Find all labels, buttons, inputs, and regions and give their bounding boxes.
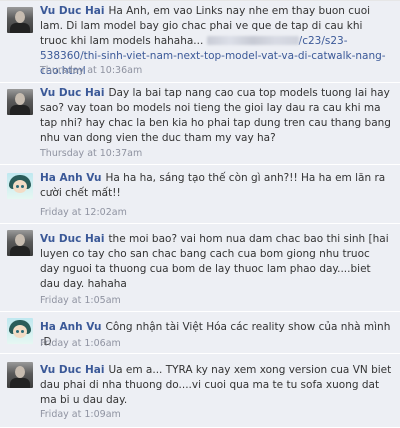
avatar-eye <box>21 330 24 333</box>
comment-timestamp[interactable]: Friday at 12:02am <box>40 207 127 219</box>
comment-item: Vu Duc Hai Ha Anh, em vao Links nay nhe e… <box>0 1 400 83</box>
comment-body: Ha Anh Vu Ha ha ha, sáng tạo thế còn gì a… <box>40 171 392 201</box>
comment-author[interactable]: Ha Anh Vu <box>40 172 102 184</box>
avatar-face <box>15 11 25 23</box>
comment-item: Ha Anh Vu Công nhận tài Việt Hóa các real… <box>0 312 400 354</box>
avatar-face <box>15 366 25 378</box>
comment-timestamp[interactable]: Friday at 1:06am <box>40 338 121 350</box>
avatar[interactable] <box>7 362 33 388</box>
comment-timestamp[interactable]: Thursday at 10:36am <box>40 65 142 77</box>
avatar[interactable] <box>7 7 33 33</box>
avatar-body <box>10 246 30 256</box>
comment-item: Vu Duc Hai the moi bao? vai hom nua dam c… <box>0 224 400 312</box>
comment-item: Ha Anh Vu Ha ha ha, sáng tạo thế còn gì a… <box>0 165 400 224</box>
comment-author[interactable]: Vu Duc Hai <box>40 5 104 17</box>
avatar[interactable] <box>7 230 33 256</box>
avatar-body <box>10 105 30 115</box>
redacted-link-prefix <box>206 36 299 45</box>
avatar-eye <box>16 330 19 333</box>
avatar[interactable] <box>7 318 33 344</box>
comment-timestamp[interactable]: Friday at 1:09am <box>40 409 121 421</box>
comment-item: Vu Duc Hai Ua em a... TYRA ky nay xem xon… <box>0 354 400 428</box>
comment-body: Vu Duc Hai Ua em a... TYRA ky nay xem xon… <box>40 363 392 408</box>
avatar-body <box>10 23 30 33</box>
comment-timestamp[interactable]: Friday at 1:05am <box>40 295 121 307</box>
comment-author[interactable]: Ha Anh Vu <box>40 321 102 333</box>
comment-item: Vu Duc Hai Day la bai tap nang cao cua to… <box>0 83 400 165</box>
comment-author[interactable]: Vu Duc Hai <box>40 233 104 245</box>
comment-author[interactable]: Vu Duc Hai <box>40 364 104 376</box>
avatar-face <box>15 234 25 246</box>
avatar-eye <box>16 185 19 188</box>
comment-body: Vu Duc Hai the moi bao? vai hom nua dam c… <box>40 232 392 292</box>
avatar[interactable] <box>7 89 33 115</box>
avatar[interactable] <box>7 173 33 199</box>
comment-feed: Vu Duc Hai Ha Anh, em vao Links nay nhe e… <box>0 0 400 428</box>
avatar-face <box>15 93 25 105</box>
comment-timestamp[interactable]: Thursday at 10:37am <box>40 148 142 160</box>
avatar-eye <box>21 185 24 188</box>
avatar-body <box>10 378 30 388</box>
comment-author[interactable]: Vu Duc Hai <box>40 87 104 99</box>
comment-body: Vu Duc Hai Day la bai tap nang cao cua to… <box>40 86 392 146</box>
